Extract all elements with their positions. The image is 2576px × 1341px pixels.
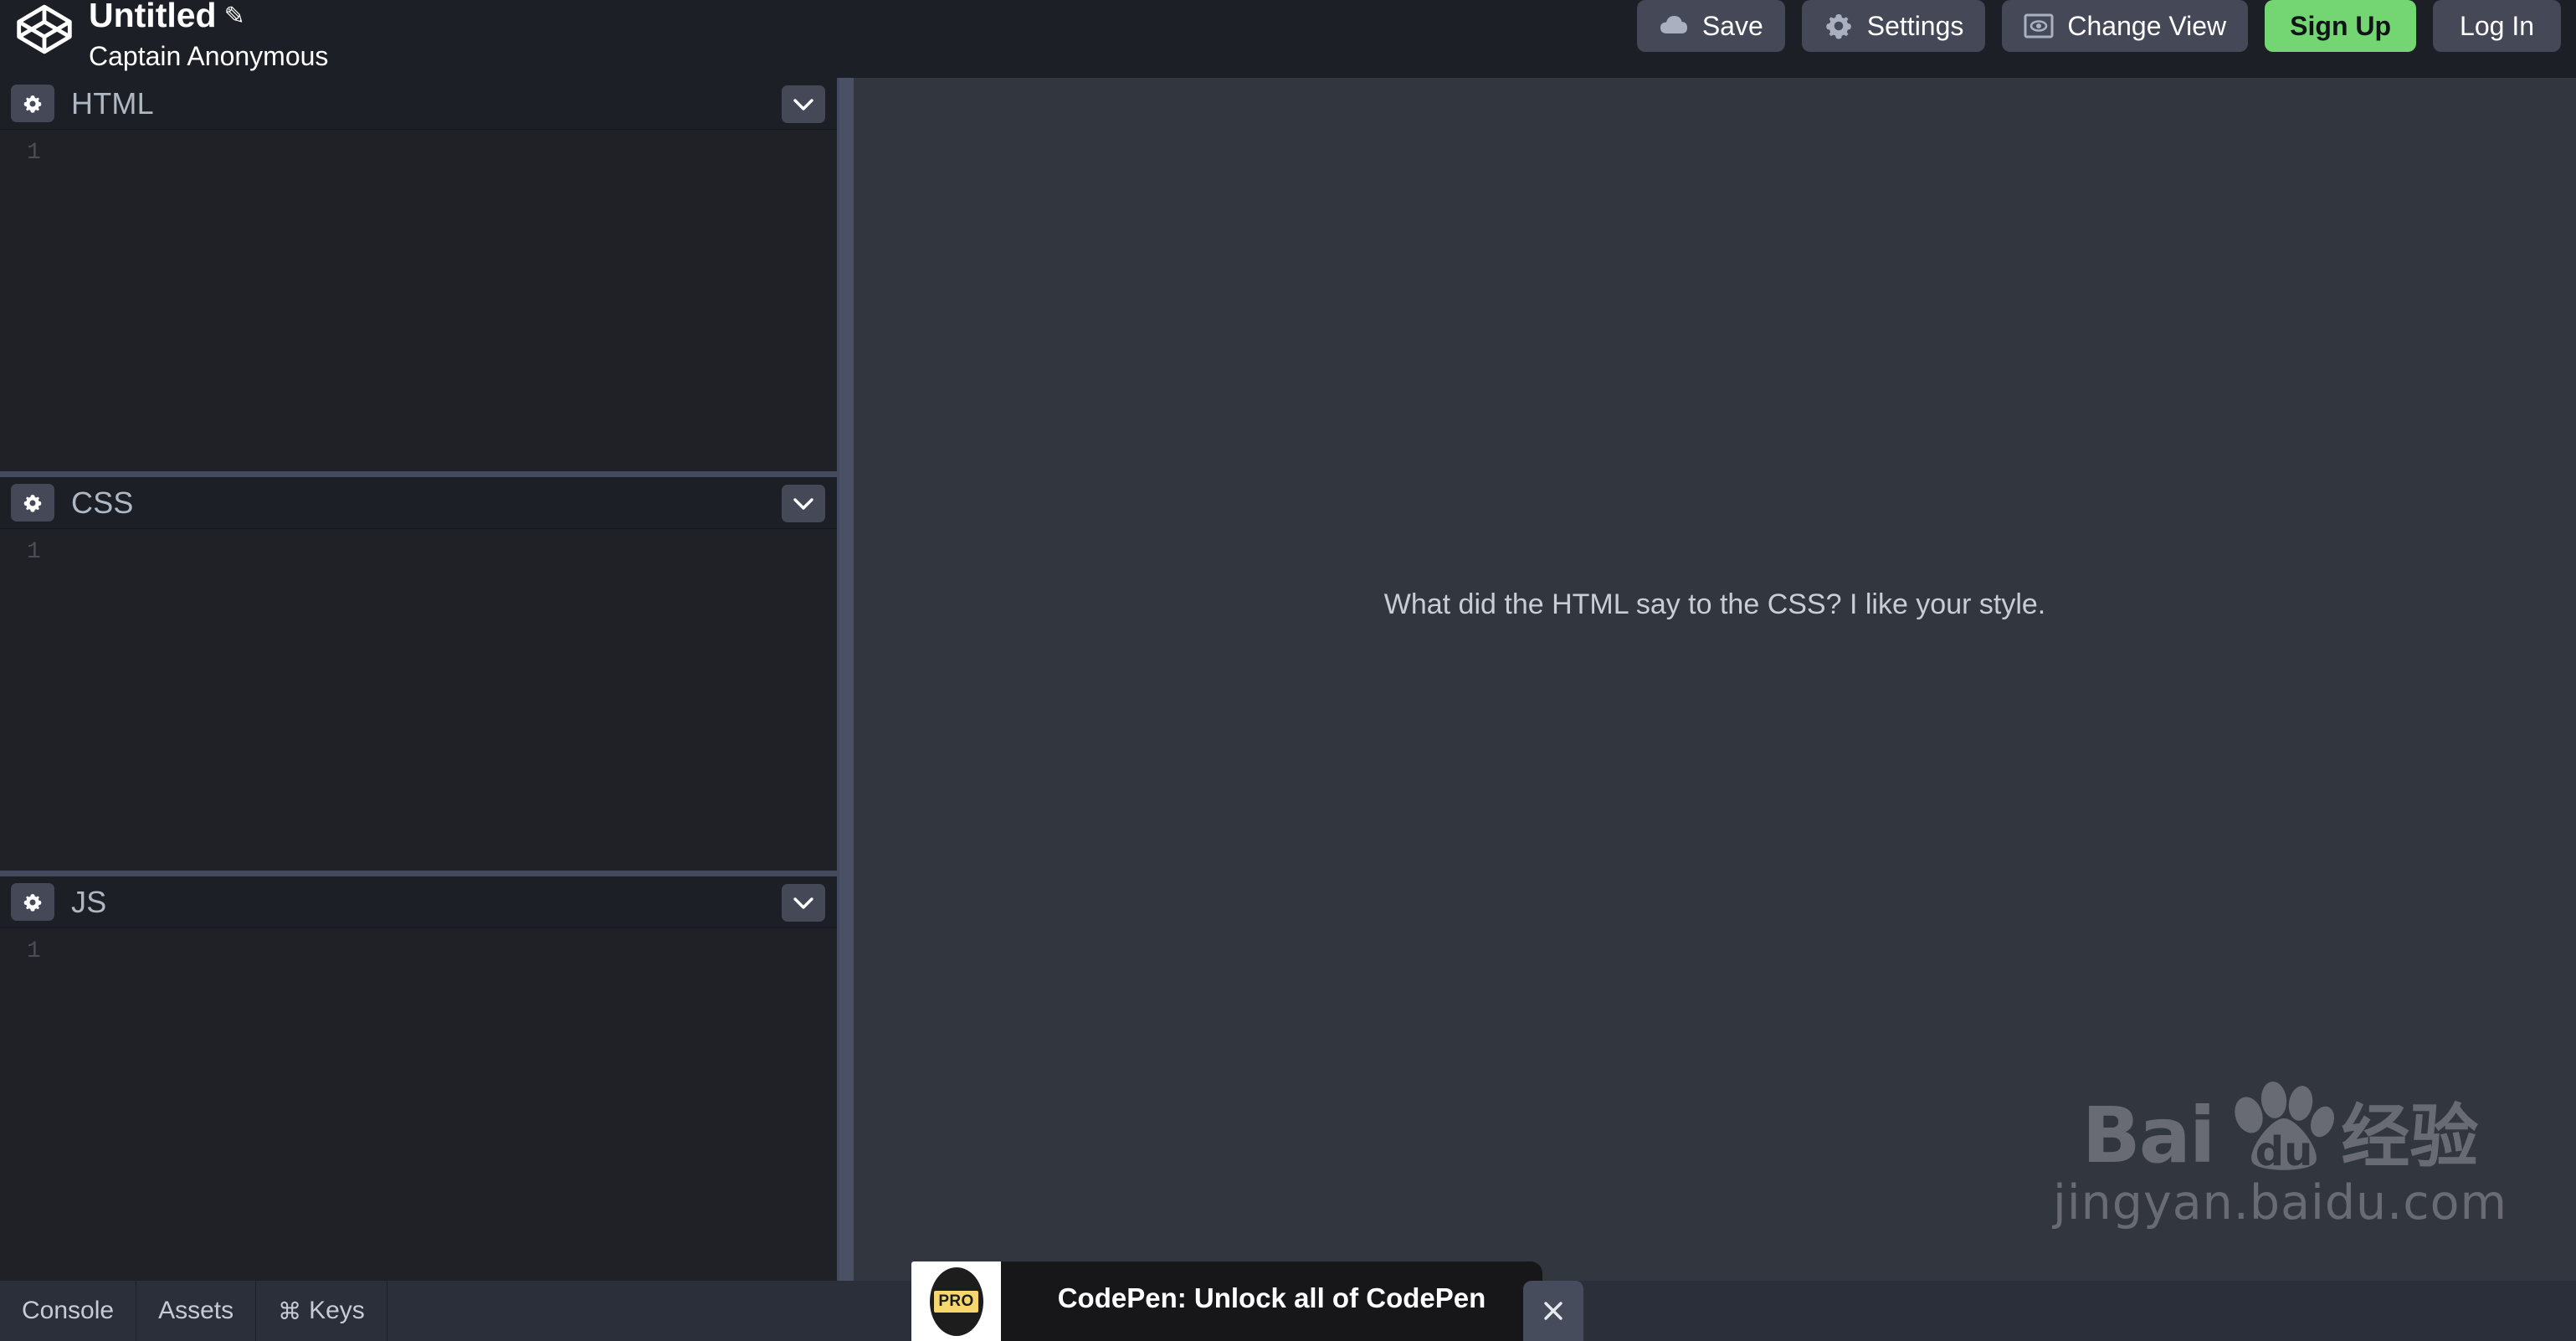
vertical-resize-handle[interactable] bbox=[839, 78, 854, 1281]
pro-logo-block: PRO bbox=[911, 1261, 1001, 1341]
cloud-icon bbox=[1660, 16, 1687, 33]
editor-pane-js: JS 1 bbox=[0, 876, 837, 1281]
chevron-down-icon bbox=[793, 497, 813, 510]
chevron-down-icon bbox=[793, 897, 813, 909]
pen-author[interactable]: Captain Anonymous bbox=[89, 41, 328, 72]
top-bar: Untitled ✎ Captain Anonymous Save Setting… bbox=[0, 0, 2576, 78]
log-in-button[interactable]: Log In bbox=[2433, 0, 2561, 52]
baidu-watermark: Bai du 经验 jingyan.baidu.com bbox=[2053, 1078, 2507, 1231]
watermark-bai-text: Bai bbox=[2081, 1091, 2216, 1181]
editor-column: HTML 1 CSS 1 JS 1 bbox=[0, 78, 839, 1281]
command-key-icon: ⌘ bbox=[278, 1297, 302, 1324]
close-icon bbox=[1544, 1302, 1563, 1320]
gear-icon bbox=[23, 494, 42, 512]
gear-icon bbox=[1825, 13, 1851, 39]
settings-button-label: Settings bbox=[1866, 10, 1964, 41]
pro-badge-oval: PRO bbox=[929, 1266, 983, 1336]
brand-block: Untitled ✎ Captain Anonymous bbox=[15, 0, 328, 72]
pro-badge-text: PRO bbox=[934, 1290, 978, 1313]
pro-banner-close-button[interactable] bbox=[1523, 1281, 1583, 1341]
pane-title-js: JS bbox=[71, 884, 107, 919]
css-settings-gear-icon[interactable] bbox=[11, 484, 54, 522]
html-collapse-button[interactable] bbox=[782, 85, 825, 123]
pane-header-html: HTML bbox=[0, 78, 837, 130]
keys-button[interactable]: ⌘ Keys bbox=[256, 1281, 387, 1341]
gear-icon bbox=[23, 893, 42, 912]
pane-title-html: HTML bbox=[71, 85, 154, 121]
baidu-paw-icon: du bbox=[2235, 1082, 2335, 1172]
console-button-label: Console bbox=[22, 1297, 115, 1324]
keys-button-label: Keys bbox=[309, 1297, 365, 1324]
preview-pane: What did the HTML say to the CSS? I like… bbox=[854, 78, 2576, 1281]
js-collapse-button[interactable] bbox=[782, 884, 825, 922]
header-actions: Save Settings Change View Sign Up Log In bbox=[1636, 0, 2561, 52]
html-line-number: 1 bbox=[27, 140, 41, 166]
codepen-logo-icon[interactable] bbox=[15, 3, 74, 55]
html-code-editor[interactable]: 1 bbox=[0, 130, 837, 471]
svg-text:du: du bbox=[2255, 1128, 2313, 1172]
js-settings-gear-icon[interactable] bbox=[11, 883, 54, 921]
settings-button[interactable]: Settings bbox=[1801, 0, 1986, 52]
pen-meta: Untitled ✎ Captain Anonymous bbox=[89, 0, 328, 72]
pen-title[interactable]: Untitled ✎ bbox=[89, 0, 328, 35]
pane-header-css: CSS bbox=[0, 477, 837, 529]
chevron-down-icon bbox=[793, 98, 813, 110]
eye-screen-icon bbox=[2024, 13, 2054, 39]
pane-header-js: JS bbox=[0, 876, 837, 928]
css-collapse-button[interactable] bbox=[782, 485, 825, 522]
save-button-label: Save bbox=[1701, 10, 1763, 41]
change-view-button[interactable]: Change View bbox=[2002, 0, 2249, 52]
pen-title-text: Untitled bbox=[89, 0, 217, 34]
watermark-logo-row: Bai du 经验 bbox=[2053, 1078, 2507, 1181]
watermark-cn-text: 经验 bbox=[2341, 1097, 2479, 1177]
js-code-editor[interactable]: 1 bbox=[0, 928, 837, 1281]
css-line-number: 1 bbox=[27, 539, 41, 565]
console-button[interactable]: Console bbox=[0, 1281, 137, 1341]
assets-button-label: Assets bbox=[158, 1297, 234, 1324]
editor-pane-css: CSS 1 bbox=[0, 477, 837, 871]
sign-up-button[interactable]: Sign Up bbox=[2265, 0, 2417, 52]
html-settings-gear-icon[interactable] bbox=[11, 85, 54, 122]
change-view-button-label: Change View bbox=[2067, 10, 2227, 41]
pro-banner-message: CodePen: Unlock all of CodePen bbox=[1001, 1261, 1542, 1341]
preview-joke-text: What did the HTML say to the CSS? I like… bbox=[1383, 588, 2046, 620]
css-code-editor[interactable]: 1 bbox=[0, 529, 837, 871]
save-button[interactable]: Save bbox=[1636, 0, 1785, 52]
pro-upsell-banner[interactable]: PRO CodePen: Unlock all of CodePen bbox=[911, 1261, 1542, 1341]
watermark-url: jingyan.baidu.com bbox=[2053, 1175, 2507, 1231]
assets-button[interactable]: Assets bbox=[136, 1281, 257, 1341]
js-line-number: 1 bbox=[27, 938, 41, 964]
gear-icon bbox=[23, 95, 42, 113]
pane-title-css: CSS bbox=[71, 485, 134, 520]
edit-pencil-icon[interactable]: ✎ bbox=[224, 3, 245, 30]
codepen-editor-app: Untitled ✎ Captain Anonymous Save Setting… bbox=[0, 0, 2576, 1341]
editor-pane-html: HTML 1 bbox=[0, 78, 837, 471]
